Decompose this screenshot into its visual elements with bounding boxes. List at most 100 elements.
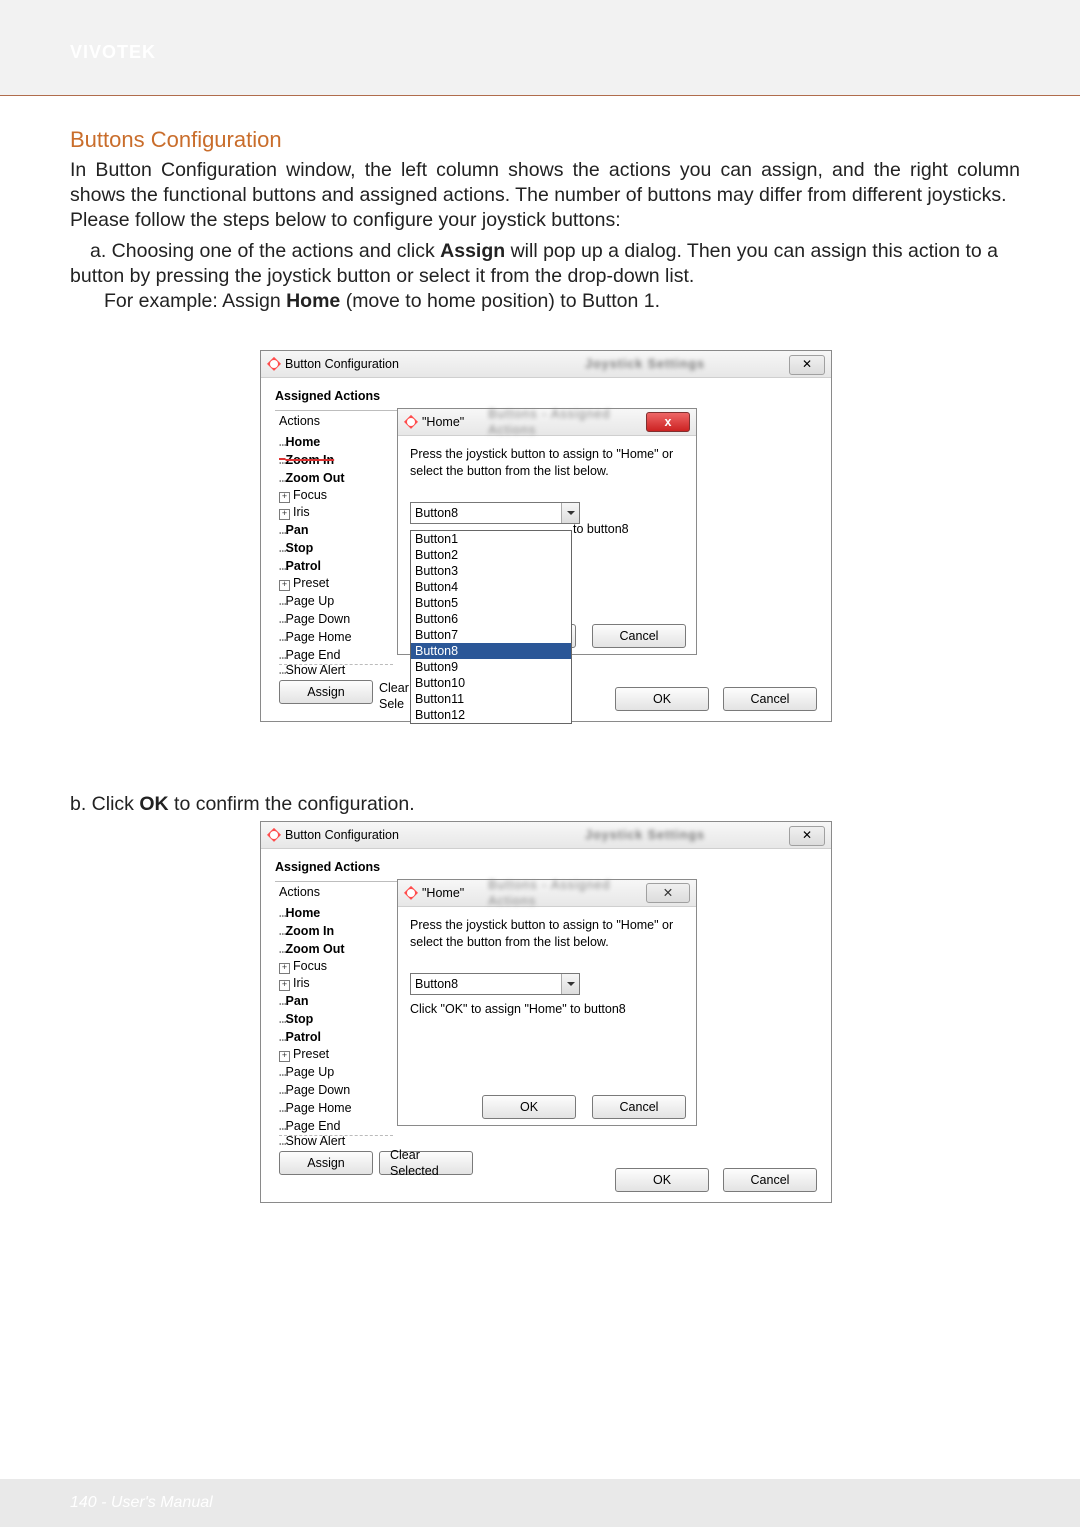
button-select-value: Button8	[415, 976, 458, 992]
chevron-down-icon[interactable]	[561, 503, 579, 523]
step-a: a. Choosing one of the actions and click…	[70, 239, 1020, 314]
tree-item[interactable]: …Home	[279, 433, 393, 451]
tree-item[interactable]: …Page Down	[279, 1081, 393, 1099]
close-icon[interactable]: ✕	[789, 826, 825, 846]
blurred-subtitle: Joystick Settings	[403, 356, 825, 372]
dropdown-option[interactable]: Button1	[411, 531, 571, 547]
expand-icon[interactable]: +	[279, 1051, 290, 1062]
side-note: to button8	[573, 521, 629, 537]
dropdown-option[interactable]: Button4	[411, 579, 571, 595]
step-a-text-3a: For example: Assign	[104, 290, 286, 312]
brand-label: VIVOTEK	[70, 42, 156, 62]
dialog-cancel-button[interactable]: Cancel	[592, 624, 686, 648]
dialog-message: Press the joystick button to assign to "…	[410, 917, 684, 951]
tree-item[interactable]: …Page Home	[279, 628, 393, 646]
tree-item[interactable]: …Home	[279, 904, 393, 922]
tree-item[interactable]: …Stop	[279, 539, 393, 557]
tree-item[interactable]: +Preset	[279, 575, 393, 592]
dropdown-option[interactable]: Button9	[411, 659, 571, 675]
dialog-ok-button[interactable]: OK	[482, 1095, 576, 1119]
dropdown-option[interactable]: Button12	[411, 707, 571, 723]
step-b: b. Click OK to confirm the configuration…	[70, 792, 1020, 817]
screenshot-a: Button Configuration Joystick Settings ✕…	[260, 350, 830, 722]
app-icon	[267, 357, 281, 371]
intro-paragraph: In Button Configuration window, the left…	[70, 158, 1020, 208]
assign-button[interactable]: Assign	[279, 1151, 373, 1175]
window-ok-button[interactable]: OK	[615, 1168, 709, 1192]
tree-item[interactable]: +Focus	[279, 958, 393, 975]
home-assign-dialog: "Home" Buttons - Assigned Actions x Pres…	[397, 408, 697, 655]
expand-icon[interactable]: +	[279, 580, 290, 591]
tree-item[interactable]: …Page Home	[279, 1099, 393, 1117]
dialog-title: "Home"	[422, 414, 464, 430]
tree-item[interactable]: …Zoom In	[279, 451, 393, 469]
dialog-close-icon[interactable]: ✕	[646, 883, 690, 903]
dropdown-option[interactable]: Button11	[411, 691, 571, 707]
page-content: Buttons Configuration In Button Configur…	[0, 96, 1080, 1203]
window-title: Button Configuration	[285, 356, 399, 372]
actions-tree[interactable]: …Home…Zoom In…Zoom Out+Focus+Iris…Pan…St…	[279, 433, 393, 664]
step-a-text-3b: (move to home position) to Button 1.	[340, 290, 660, 312]
dropdown-option[interactable]: Button8	[411, 643, 571, 659]
tree-item[interactable]: …Patrol	[279, 557, 393, 575]
chevron-down-icon[interactable]	[561, 974, 579, 994]
dropdown-option[interactable]: Button3	[411, 563, 571, 579]
step-b-text-1: b. Click	[70, 793, 139, 815]
tree-item[interactable]: +Iris	[279, 975, 393, 992]
home-assign-dialog: "Home" Buttons - Assigned Actions ✕ Pres…	[397, 879, 697, 1126]
dialog-hint: Click "OK" to assign "Home" to button8	[410, 1001, 684, 1017]
blurred-text: Buttons - Assigned Actions	[468, 406, 642, 438]
dialog-close-icon[interactable]: x	[646, 412, 690, 432]
app-icon	[404, 886, 418, 900]
dropdown-option[interactable]: Button6	[411, 611, 571, 627]
tree-item[interactable]: +Focus	[279, 487, 393, 504]
expand-icon[interactable]: +	[279, 980, 290, 991]
button-select-value: Button8	[415, 505, 458, 521]
dropdown-option[interactable]: Button7	[411, 627, 571, 643]
dropdown-option[interactable]: Button10	[411, 675, 571, 691]
tree-item[interactable]: +Preset	[279, 1046, 393, 1063]
window-title: Button Configuration	[285, 827, 399, 843]
actions-header: Actions	[279, 884, 393, 900]
tree-item[interactable]: …Stop	[279, 1010, 393, 1028]
tree-cutoff: Show Alert	[286, 664, 346, 674]
button-dropdown-list[interactable]: Button1Button2Button3Button4Button5Butto…	[410, 530, 572, 724]
tree-item[interactable]: …Page Down	[279, 610, 393, 628]
tree-item[interactable]: …Page End	[279, 1117, 393, 1135]
dropdown-option[interactable]: Button2	[411, 547, 571, 563]
page-header: VIVOTEK	[0, 0, 1080, 96]
dialog-title: "Home"	[422, 885, 464, 901]
close-icon[interactable]: ✕	[789, 355, 825, 375]
tree-item[interactable]: …Zoom Out	[279, 940, 393, 958]
button-select[interactable]: Button8	[410, 973, 580, 995]
actions-tree[interactable]: …Home…Zoom In…Zoom Out+Focus+Iris…Pan…St…	[279, 904, 393, 1135]
step-b-text-2: to confirm the configuration.	[169, 793, 415, 815]
group-title: Assigned Actions	[275, 859, 817, 875]
expand-icon[interactable]: +	[279, 963, 290, 974]
tree-item[interactable]: …Zoom In	[279, 922, 393, 940]
dropdown-option[interactable]: Button5	[411, 595, 571, 611]
assign-button[interactable]: Assign	[279, 680, 373, 704]
window-ok-button[interactable]: OK	[615, 687, 709, 711]
ok-word: OK	[139, 793, 168, 815]
tree-item[interactable]: …Pan	[279, 992, 393, 1010]
expand-icon[interactable]: +	[279, 509, 290, 520]
tree-item[interactable]: …Patrol	[279, 1028, 393, 1046]
tree-item[interactable]: +Iris	[279, 504, 393, 521]
assign-word: Assign	[440, 240, 505, 262]
tree-item[interactable]: …Zoom Out	[279, 469, 393, 487]
app-icon	[267, 828, 281, 842]
tree-item[interactable]: …Page Up	[279, 592, 393, 610]
expand-icon[interactable]: +	[279, 492, 290, 503]
app-icon	[404, 415, 418, 429]
button-select[interactable]: Button8	[410, 502, 580, 524]
window-cancel-button[interactable]: Cancel	[723, 1168, 817, 1192]
page-footer: 140 - User's Manual	[0, 1479, 1080, 1527]
dialog-message: Press the joystick button to assign to "…	[410, 446, 684, 480]
dialog-cancel-button[interactable]: Cancel	[592, 1095, 686, 1119]
tree-item[interactable]: …Page End	[279, 646, 393, 664]
tree-item[interactable]: …Pan	[279, 521, 393, 539]
tree-item[interactable]: …Page Up	[279, 1063, 393, 1081]
footer-text: 140 - User's Manual	[70, 1494, 213, 1512]
window-cancel-button[interactable]: Cancel	[723, 687, 817, 711]
